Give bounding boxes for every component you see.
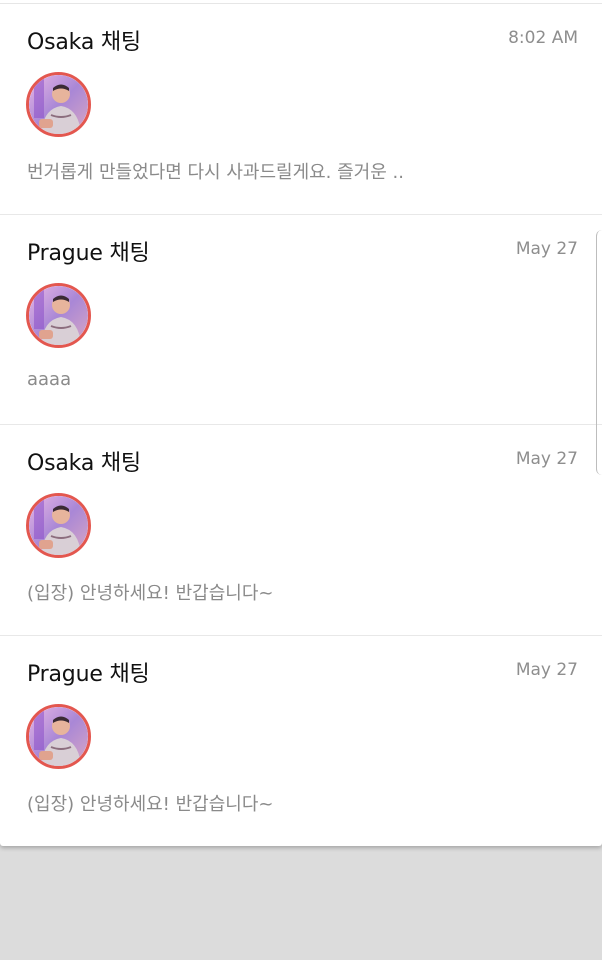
avatar[interactable] <box>26 283 91 348</box>
chat-time: 8:02 AM <box>508 28 578 48</box>
chat-title: Osaka 채팅 <box>27 451 141 476</box>
chat-title: Prague 채팅 <box>27 662 150 687</box>
chat-list-item[interactable]: Prague 채팅 May 27 (입장) 안녕하세요! 반갑습니다~ <box>0 635 602 846</box>
chat-list-item[interactable]: Osaka 채팅 8:02 AM 번거롭게 만들었다면 다시 사과드릴게요. 즐… <box>0 4 602 215</box>
chat-last-message: 번거롭게 만들었다면 다시 사과드릴게요. 즐거운 .. <box>27 162 404 183</box>
avatar[interactable] <box>26 704 91 769</box>
avatar[interactable] <box>26 493 91 558</box>
chat-title: Prague 채팅 <box>27 241 150 266</box>
chat-last-message: (입장) 안녕하세요! 반갑습니다~ <box>27 794 274 815</box>
avatar-photo-icon <box>29 496 88 555</box>
chat-title: Osaka 채팅 <box>27 30 141 55</box>
chat-list-item[interactable]: Osaka 채팅 May 27 (입장) 안녕하세요! 반갑습니다~ <box>0 424 602 635</box>
chat-time: May 27 <box>515 660 578 680</box>
avatar-photo-icon <box>29 75 88 134</box>
chat-last-message: aaaa <box>27 369 72 390</box>
chat-list-item[interactable]: Prague 채팅 May 27 aaaa <box>0 214 602 425</box>
avatar-photo-icon <box>29 286 88 345</box>
chat-time: May 27 <box>515 239 578 259</box>
avatar[interactable] <box>26 72 91 137</box>
avatar-photo-icon <box>29 707 88 766</box>
chat-time: May 27 <box>515 449 578 469</box>
chat-list-panel: Osaka 채팅 8:02 AM 번거롭게 만들었다면 다시 사과드릴게요. 즐… <box>0 0 602 846</box>
edge-scroll-handle[interactable] <box>596 230 602 475</box>
chat-last-message: (입장) 안녕하세요! 반갑습니다~ <box>27 583 274 604</box>
